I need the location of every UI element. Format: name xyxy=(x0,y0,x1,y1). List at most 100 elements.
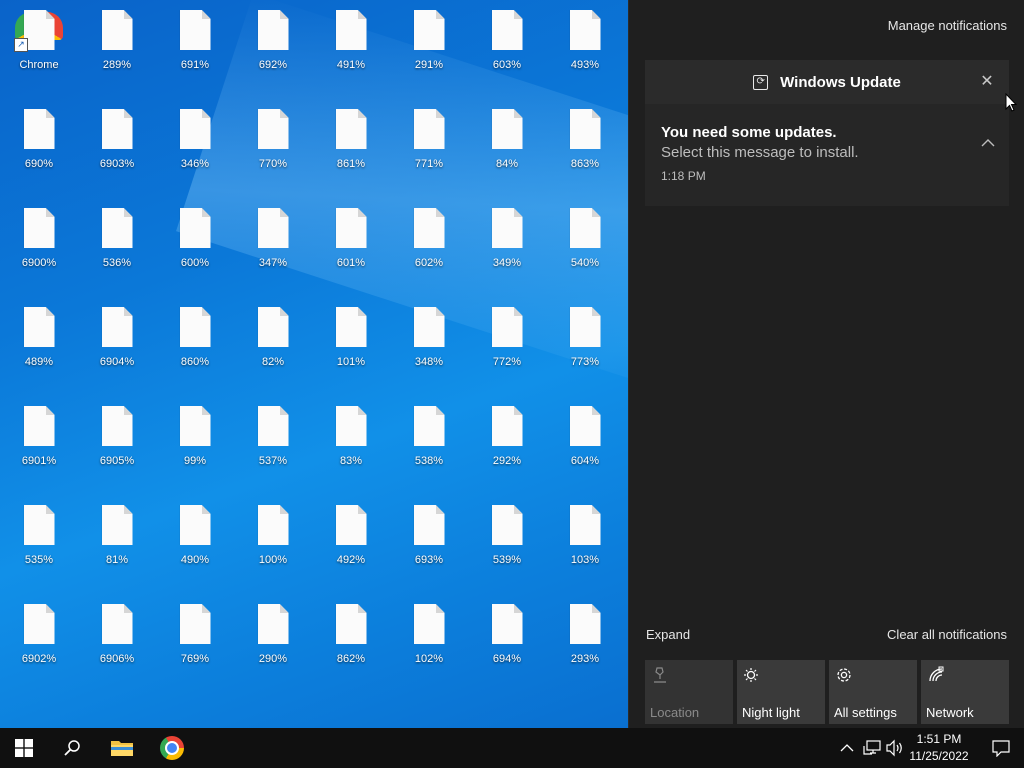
desktop-file[interactable]: 773% xyxy=(546,297,624,396)
desktop-file[interactable]: 539% xyxy=(468,495,546,594)
action-center-button[interactable] xyxy=(978,728,1024,768)
desktop-file[interactable]: 537% xyxy=(234,396,312,495)
desktop-file[interactable]: 491% xyxy=(312,0,390,99)
desktop[interactable]: ↗ Chrome 289% 691% 692% 491% 291% 603% 493% 690… xyxy=(0,0,628,728)
chevron-up-icon[interactable] xyxy=(838,738,856,758)
desktop-file[interactable]: 6905% xyxy=(78,396,156,495)
desktop-file[interactable]: 603% xyxy=(468,0,546,99)
desktop-file[interactable]: 6901% xyxy=(0,396,78,495)
file-icon xyxy=(101,307,133,347)
desktop-item-label: 603% xyxy=(492,59,522,71)
desktop-file[interactable]: 103% xyxy=(546,495,624,594)
desktop-file[interactable]: 6906% xyxy=(78,594,156,693)
desktop-file[interactable]: 291% xyxy=(390,0,468,99)
desktop-file[interactable]: 289% xyxy=(78,0,156,99)
file-icon xyxy=(413,505,445,545)
quick-action-night-light[interactable]: Night light xyxy=(737,660,825,724)
expand-quick-actions-link[interactable]: Expand xyxy=(646,627,690,642)
desktop-file[interactable]: 6903% xyxy=(78,99,156,198)
desktop-file[interactable]: 538% xyxy=(390,396,468,495)
windows-update-icon: ⟳ xyxy=(753,74,769,90)
desktop-file[interactable]: 293% xyxy=(546,594,624,693)
start-button[interactable] xyxy=(0,728,48,768)
desktop-file[interactable]: 347% xyxy=(234,198,312,297)
desktop-file[interactable]: 769% xyxy=(156,594,234,693)
desktop-item-label: 346% xyxy=(180,158,210,170)
desktop-file[interactable]: 692% xyxy=(234,0,312,99)
desktop-file[interactable]: 290% xyxy=(234,594,312,693)
quick-action-location[interactable]: Location xyxy=(645,660,733,724)
quick-action-all-settings[interactable]: All settings xyxy=(829,660,917,724)
chrome-taskbar-button[interactable] xyxy=(148,728,196,768)
desktop-file[interactable]: 690% xyxy=(0,99,78,198)
desktop-file[interactable]: 6904% xyxy=(78,297,156,396)
desktop-file[interactable]: 100% xyxy=(234,495,312,594)
desktop-file[interactable]: 862% xyxy=(312,594,390,693)
desktop-file[interactable]: 6902% xyxy=(0,594,78,693)
desktop-item-label: 600% xyxy=(180,257,210,269)
notification-time: 1:18 PM xyxy=(661,169,706,183)
desktop-file[interactable]: 81% xyxy=(78,495,156,594)
desktop-file[interactable]: 691% xyxy=(156,0,234,99)
desktop-file[interactable]: 604% xyxy=(546,396,624,495)
clock[interactable]: 1:51 PM 11/25/2022 xyxy=(904,731,974,765)
desktop-file[interactable]: 863% xyxy=(546,99,624,198)
desktop-file[interactable]: 693% xyxy=(390,495,468,594)
desktop-file[interactable]: 771% xyxy=(390,99,468,198)
manage-notifications-link[interactable]: Manage notifications xyxy=(888,18,1007,33)
desktop-file[interactable]: 490% xyxy=(156,495,234,594)
file-icon xyxy=(257,604,289,644)
desktop-file[interactable]: 101% xyxy=(312,297,390,396)
desktop-file[interactable]: 493% xyxy=(546,0,624,99)
desktop-file[interactable]: 348% xyxy=(390,297,468,396)
desktop-item-label: 291% xyxy=(414,59,444,71)
desktop-item-label: 538% xyxy=(414,455,444,467)
desktop-file[interactable]: 489% xyxy=(0,297,78,396)
file-icon xyxy=(23,604,55,644)
chrome-shortcut[interactable]: ↗ Chrome xyxy=(0,0,78,99)
desktop-file[interactable]: 6900% xyxy=(0,198,78,297)
file-explorer-button[interactable] xyxy=(98,728,146,768)
file-icon xyxy=(179,604,211,644)
desktop-item-label: 535% xyxy=(24,554,54,566)
desktop-file[interactable]: 540% xyxy=(546,198,624,297)
desktop-file[interactable]: 536% xyxy=(78,198,156,297)
desktop-file[interactable]: 102% xyxy=(390,594,468,693)
desktop-file[interactable]: 602% xyxy=(390,198,468,297)
volume-icon[interactable] xyxy=(885,738,905,758)
desktop-file[interactable]: 349% xyxy=(468,198,546,297)
file-icon xyxy=(23,307,55,347)
file-icon xyxy=(569,604,601,644)
desktop-file[interactable]: 492% xyxy=(312,495,390,594)
notification-card[interactable]: ⟳ Windows Update ✕ You need some updates… xyxy=(645,60,1009,206)
desktop-file[interactable]: 535% xyxy=(0,495,78,594)
chevron-up-icon[interactable] xyxy=(979,134,997,152)
desktop-item-label: Chrome xyxy=(19,59,59,71)
close-icon[interactable]: ✕ xyxy=(977,72,997,92)
desktop-file[interactable]: 292% xyxy=(468,396,546,495)
search-button[interactable] xyxy=(48,728,96,768)
desktop-file[interactable]: 99% xyxy=(156,396,234,495)
desktop-file[interactable]: 346% xyxy=(156,99,234,198)
file-icon xyxy=(413,307,445,347)
desktop-file[interactable]: 770% xyxy=(234,99,312,198)
desktop-file[interactable]: 82% xyxy=(234,297,312,396)
file-icon xyxy=(101,604,133,644)
quick-action-network[interactable]: Network xyxy=(921,660,1009,724)
file-icon xyxy=(257,307,289,347)
desktop-file[interactable]: 861% xyxy=(312,99,390,198)
notification-body[interactable]: You need some updates. Select this messa… xyxy=(645,104,1009,206)
desktop-item-label: 6905% xyxy=(99,455,135,467)
file-icon xyxy=(101,406,133,446)
desktop-file[interactable]: 860% xyxy=(156,297,234,396)
clear-all-notifications-link[interactable]: Clear all notifications xyxy=(887,627,1007,642)
file-icon xyxy=(569,505,601,545)
desktop-file[interactable]: 83% xyxy=(312,396,390,495)
desktop-item-label: 771% xyxy=(414,158,444,170)
desktop-file[interactable]: 600% xyxy=(156,198,234,297)
desktop-file[interactable]: 772% xyxy=(468,297,546,396)
network-wired-icon[interactable] xyxy=(862,738,882,758)
desktop-file[interactable]: 694% xyxy=(468,594,546,693)
desktop-file[interactable]: 601% xyxy=(312,198,390,297)
desktop-file[interactable]: 84% xyxy=(468,99,546,198)
